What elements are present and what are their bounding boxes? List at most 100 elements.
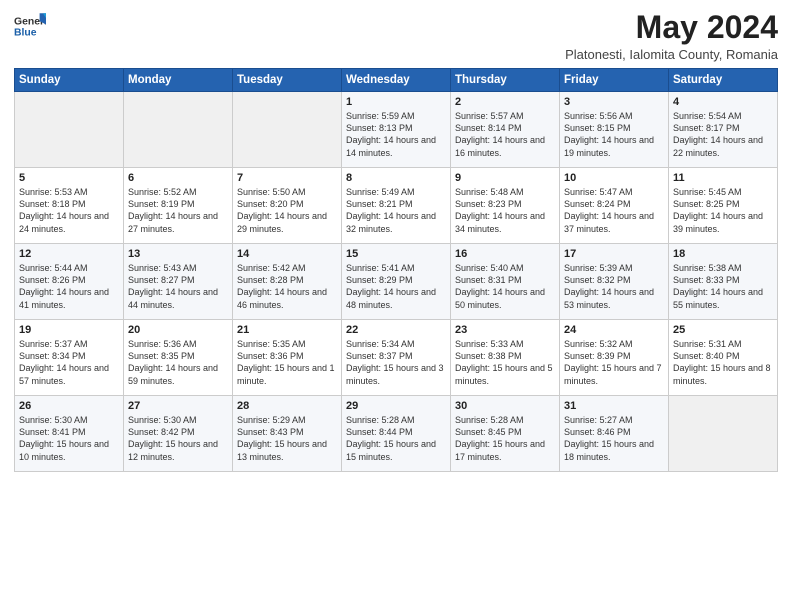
calendar-cell: 19 Sunrise: 5:37 AM Sunset: 8:34 PM Dayli… bbox=[15, 320, 124, 396]
svg-text:Blue: Blue bbox=[14, 28, 37, 39]
day-number: 6 bbox=[128, 172, 228, 184]
day-number: 28 bbox=[237, 400, 337, 412]
day-info: Sunrise: 5:54 AM Sunset: 8:17 PM Dayligh… bbox=[673, 110, 773, 159]
calendar-cell: 17 Sunrise: 5:39 AM Sunset: 8:32 PM Dayli… bbox=[560, 244, 669, 320]
calendar-cell: 16 Sunrise: 5:40 AM Sunset: 8:31 PM Dayli… bbox=[451, 244, 560, 320]
calendar-cell: 31Sunrise: 5:27 AM Sunset: 8:46 PM Dayli… bbox=[560, 396, 669, 472]
day-info: Sunrise: 5:49 AM Sunset: 8:21 PM Dayligh… bbox=[346, 186, 446, 235]
day-number: 3 bbox=[564, 96, 664, 108]
day-number: 26 bbox=[19, 400, 119, 412]
calendar-cell: 9Sunrise: 5:48 AM Sunset: 8:23 PM Daylig… bbox=[451, 168, 560, 244]
day-number: 20 bbox=[128, 324, 228, 336]
day-number: 23 bbox=[455, 324, 555, 336]
day-info: Sunrise: 5:28 AM Sunset: 8:44 PM Dayligh… bbox=[346, 414, 446, 463]
day-number: 7 bbox=[237, 172, 337, 184]
calendar-cell: 30Sunrise: 5:28 AM Sunset: 8:45 PM Dayli… bbox=[451, 396, 560, 472]
header: General Blue May 2024 Platonesti, Ialomi… bbox=[14, 10, 778, 62]
day-info: Sunrise: 5:30 AM Sunset: 8:42 PM Dayligh… bbox=[128, 414, 228, 463]
day-number: 11 bbox=[673, 172, 773, 184]
calendar-cell: 25 Sunrise: 5:31 AM Sunset: 8:40 PM Dayli… bbox=[669, 320, 778, 396]
day-info: Sunrise: 5:53 AM Sunset: 8:18 PM Dayligh… bbox=[19, 186, 119, 235]
day-number: 29 bbox=[346, 400, 446, 412]
day-info: Sunrise: 5:33 AM Sunset: 8:38 PM Dayligh… bbox=[455, 338, 555, 387]
calendar-cell: 6 Sunrise: 5:52 AM Sunset: 8:19 PM Daylig… bbox=[124, 168, 233, 244]
col-header-tuesday: Tuesday bbox=[233, 69, 342, 92]
day-number: 12 bbox=[19, 248, 119, 260]
day-info: Sunrise: 5:52 AM Sunset: 8:19 PM Dayligh… bbox=[128, 186, 228, 235]
day-info: Sunrise: 5:37 AM Sunset: 8:34 PM Dayligh… bbox=[19, 338, 119, 387]
day-info: Sunrise: 5:41 AM Sunset: 8:29 PM Dayligh… bbox=[346, 262, 446, 311]
day-info: Sunrise: 5:39 AM Sunset: 8:32 PM Dayligh… bbox=[564, 262, 664, 311]
day-info: Sunrise: 5:50 AM Sunset: 8:20 PM Dayligh… bbox=[237, 186, 337, 235]
day-number: 4 bbox=[673, 96, 773, 108]
calendar-table: SundayMondayTuesdayWednesdayThursdayFrid… bbox=[14, 68, 778, 472]
calendar-cell: 8 Sunrise: 5:49 AM Sunset: 8:21 PM Daylig… bbox=[342, 168, 451, 244]
day-info: Sunrise: 5:31 AM Sunset: 8:40 PM Dayligh… bbox=[673, 338, 773, 387]
calendar-cell: 29 Sunrise: 5:28 AM Sunset: 8:44 PM Dayli… bbox=[342, 396, 451, 472]
calendar-cell: 3 Sunrise: 5:56 AM Sunset: 8:15 PM Daylig… bbox=[560, 92, 669, 168]
calendar-cell: 18 Sunrise: 5:38 AM Sunset: 8:33 PM Dayli… bbox=[669, 244, 778, 320]
day-number: 2 bbox=[455, 96, 555, 108]
day-info: Sunrise: 5:56 AM Sunset: 8:15 PM Dayligh… bbox=[564, 110, 664, 159]
day-info: Sunrise: 5:57 AM Sunset: 8:14 PM Dayligh… bbox=[455, 110, 555, 159]
day-info: Sunrise: 5:42 AM Sunset: 8:28 PM Dayligh… bbox=[237, 262, 337, 311]
day-info: Sunrise: 5:47 AM Sunset: 8:24 PM Dayligh… bbox=[564, 186, 664, 235]
title-block: May 2024 Platonesti, Ialomita County, Ro… bbox=[565, 10, 778, 62]
calendar-cell: 21 Sunrise: 5:35 AM Sunset: 8:36 PM Dayli… bbox=[233, 320, 342, 396]
day-number: 19 bbox=[19, 324, 119, 336]
calendar-cell: 5 Sunrise: 5:53 AM Sunset: 8:18 PM Daylig… bbox=[15, 168, 124, 244]
col-header-friday: Friday bbox=[560, 69, 669, 92]
col-header-monday: Monday bbox=[124, 69, 233, 92]
calendar-title: May 2024 bbox=[565, 10, 778, 45]
day-info: Sunrise: 5:29 AM Sunset: 8:43 PM Dayligh… bbox=[237, 414, 337, 463]
day-number: 27 bbox=[128, 400, 228, 412]
day-number: 25 bbox=[673, 324, 773, 336]
calendar-cell: 20 Sunrise: 5:36 AM Sunset: 8:35 PM Dayli… bbox=[124, 320, 233, 396]
calendar-cell: 2 Sunrise: 5:57 AM Sunset: 8:14 PM Daylig… bbox=[451, 92, 560, 168]
day-info: Sunrise: 5:30 AM Sunset: 8:41 PM Dayligh… bbox=[19, 414, 119, 463]
day-info: Sunrise: 5:40 AM Sunset: 8:31 PM Dayligh… bbox=[455, 262, 555, 311]
logo-icon: General Blue bbox=[14, 10, 46, 42]
page: General Blue May 2024 Platonesti, Ialomi… bbox=[0, 0, 792, 612]
day-number: 9 bbox=[455, 172, 555, 184]
calendar-cell bbox=[233, 92, 342, 168]
day-number: 18 bbox=[673, 248, 773, 260]
day-number: 16 bbox=[455, 248, 555, 260]
day-number: 15 bbox=[346, 248, 446, 260]
calendar-cell: 15 Sunrise: 5:41 AM Sunset: 8:29 PM Dayli… bbox=[342, 244, 451, 320]
day-number: 17 bbox=[564, 248, 664, 260]
logo: General Blue bbox=[14, 10, 50, 42]
day-info: Sunrise: 5:35 AM Sunset: 8:36 PM Dayligh… bbox=[237, 338, 337, 387]
day-number: 14 bbox=[237, 248, 337, 260]
calendar-subtitle: Platonesti, Ialomita County, Romania bbox=[565, 47, 778, 62]
col-header-saturday: Saturday bbox=[669, 69, 778, 92]
calendar-cell: 28 Sunrise: 5:29 AM Sunset: 8:43 PM Dayli… bbox=[233, 396, 342, 472]
calendar-cell: 11Sunrise: 5:45 AM Sunset: 8:25 PM Dayli… bbox=[669, 168, 778, 244]
day-number: 24 bbox=[564, 324, 664, 336]
calendar-cell: 22Sunrise: 5:34 AM Sunset: 8:37 PM Dayli… bbox=[342, 320, 451, 396]
calendar-cell: 26 Sunrise: 5:30 AM Sunset: 8:41 PM Dayli… bbox=[15, 396, 124, 472]
day-number: 5 bbox=[19, 172, 119, 184]
day-number: 1 bbox=[346, 96, 446, 108]
day-info: Sunrise: 5:59 AM Sunset: 8:13 PM Dayligh… bbox=[346, 110, 446, 159]
calendar-cell bbox=[124, 92, 233, 168]
day-number: 13 bbox=[128, 248, 228, 260]
calendar-cell: 12 Sunrise: 5:44 AM Sunset: 8:26 PM Dayli… bbox=[15, 244, 124, 320]
calendar-cell: 14 Sunrise: 5:42 AM Sunset: 8:28 PM Dayli… bbox=[233, 244, 342, 320]
col-header-wednesday: Wednesday bbox=[342, 69, 451, 92]
calendar-cell: 24Sunrise: 5:32 AM Sunset: 8:39 PM Dayli… bbox=[560, 320, 669, 396]
day-info: Sunrise: 5:36 AM Sunset: 8:35 PM Dayligh… bbox=[128, 338, 228, 387]
day-info: Sunrise: 5:44 AM Sunset: 8:26 PM Dayligh… bbox=[19, 262, 119, 311]
calendar-cell: 27 Sunrise: 5:30 AM Sunset: 8:42 PM Dayli… bbox=[124, 396, 233, 472]
calendar-cell: 1 Sunrise: 5:59 AM Sunset: 8:13 PM Daylig… bbox=[342, 92, 451, 168]
calendar-cell: 4 Sunrise: 5:54 AM Sunset: 8:17 PM Daylig… bbox=[669, 92, 778, 168]
day-number: 30 bbox=[455, 400, 555, 412]
day-number: 8 bbox=[346, 172, 446, 184]
day-number: 21 bbox=[237, 324, 337, 336]
day-info: Sunrise: 5:27 AM Sunset: 8:46 PM Dayligh… bbox=[564, 414, 664, 463]
calendar-cell: 10Sunrise: 5:47 AM Sunset: 8:24 PM Dayli… bbox=[560, 168, 669, 244]
day-info: Sunrise: 5:38 AM Sunset: 8:33 PM Dayligh… bbox=[673, 262, 773, 311]
day-number: 22 bbox=[346, 324, 446, 336]
col-header-sunday: Sunday bbox=[15, 69, 124, 92]
calendar-cell: 7 Sunrise: 5:50 AM Sunset: 8:20 PM Daylig… bbox=[233, 168, 342, 244]
